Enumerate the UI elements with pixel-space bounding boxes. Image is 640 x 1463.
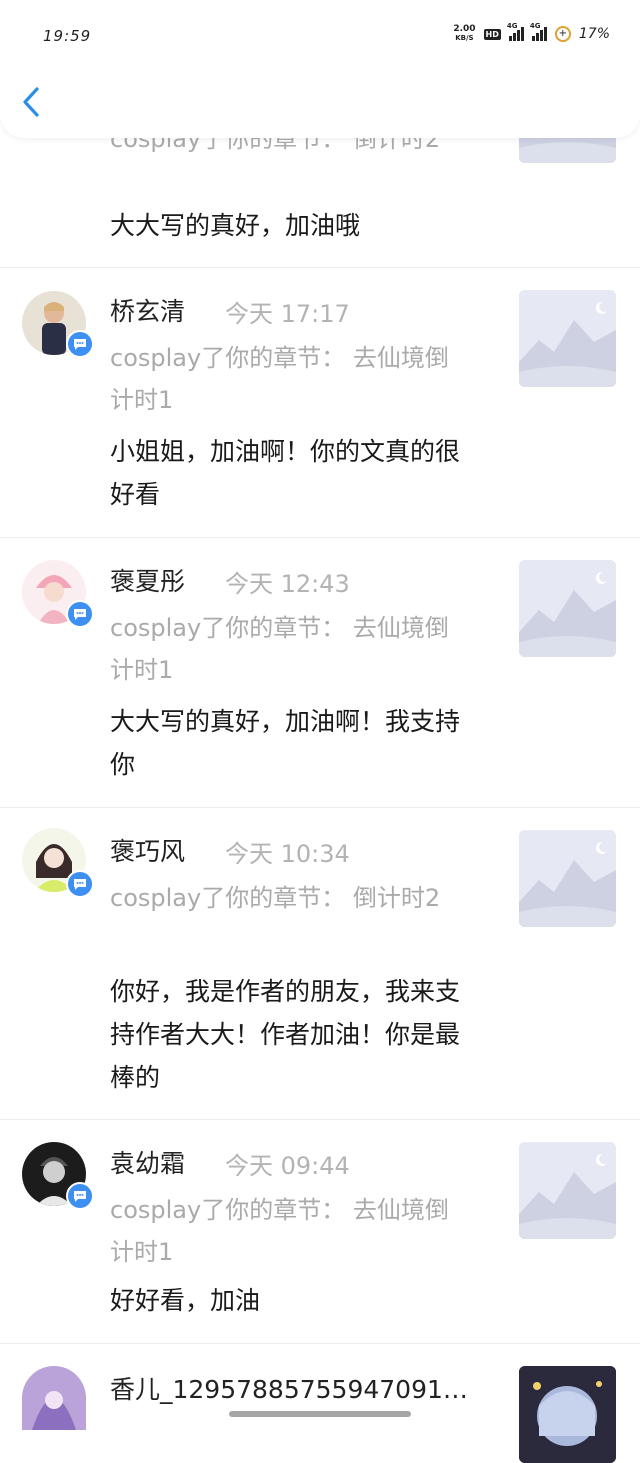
battery-level: 17%: [578, 26, 610, 42]
comment-text: 小姐姐，加油啊！你的文真的很好看: [110, 437, 461, 509]
list-item[interactable]: 袁幼霜 今天 09:44 cosplay了你的章节： 去仙境倒计时1 好好看，加…: [0, 1120, 640, 1344]
chapter-desc: cosplay了你的章节： 去仙境倒计时1: [110, 614, 449, 684]
chapter-thumbnail[interactable]: [519, 290, 616, 387]
avatar[interactable]: [22, 1366, 86, 1430]
timestamp: 今天 09:44: [225, 1152, 350, 1180]
user-name[interactable]: 香儿_12957885755947091…: [110, 1370, 470, 1406]
chapter-desc: cosplay了你的章节： 去仙境倒计时1: [110, 344, 449, 414]
list-item[interactable]: 褒夏彤 今天 12:43 cosplay了你的章节： 去仙境倒计时1 大大写的真…: [0, 538, 640, 808]
timestamp: 今天 12:43: [225, 570, 350, 598]
comment-badge-icon: [66, 870, 94, 898]
comment-text: 你好，我是作者的朋友，我来支持作者大大！作者加油！你是最棒的: [110, 977, 461, 1092]
signal-icon: 4G: [530, 22, 547, 41]
chapter-thumbnail[interactable]: [519, 560, 616, 657]
chapter-thumbnail[interactable]: [519, 1142, 616, 1239]
net-speed: 2.00 KB/S: [453, 24, 476, 43]
comment-text: 大大写的真好，加油哦: [110, 211, 361, 240]
battery-icon: +: [554, 26, 571, 42]
list-item[interactable]: 褒巧风 今天 10:34 cosplay了你的章节： 倒计时2 你好，我是作者的…: [0, 808, 640, 1120]
hd-icon: HD: [483, 28, 501, 40]
chapter-desc: cosplay了你的章节： 倒计时2: [110, 884, 441, 912]
user-name[interactable]: 桥玄清: [110, 292, 185, 328]
user-name[interactable]: 褒夏彤: [110, 562, 185, 598]
comment-badge-icon: [66, 330, 94, 358]
status-icons: 2.00 KB/S HD 4G 4G + 17%: [453, 22, 610, 43]
home-indicator[interactable]: [229, 1411, 411, 1417]
timestamp: 今天 10:34: [225, 840, 350, 868]
comment-text: 好好看，加油: [110, 1286, 261, 1315]
list-item[interactable]: 桥玄清 今天 17:17 cosplay了你的章节： 去仙境倒计时1 小姐姐，加…: [0, 268, 640, 538]
user-name[interactable]: 褒巧风: [110, 832, 185, 868]
chapter-thumbnail[interactable]: [519, 1366, 616, 1463]
chapter-desc: cosplay了你的章节： 去仙境倒计时1: [110, 1196, 449, 1266]
top-bar: 19:59 2.00 KB/S HD 4G 4G + 17%: [0, 0, 640, 138]
user-name[interactable]: 袁幼霜: [110, 1144, 185, 1180]
signal-icon: 4G: [507, 22, 524, 41]
comment-text: 大大写的真好，加油啊！我支持你: [110, 707, 461, 779]
chapter-thumbnail[interactable]: [519, 830, 616, 927]
status-time: 19:59: [43, 27, 92, 45]
comment-badge-icon: [66, 1182, 94, 1210]
chevron-left-icon[interactable]: [22, 86, 40, 118]
timestamp: 今天 17:17: [225, 300, 350, 328]
comment-badge-icon: [66, 600, 94, 628]
